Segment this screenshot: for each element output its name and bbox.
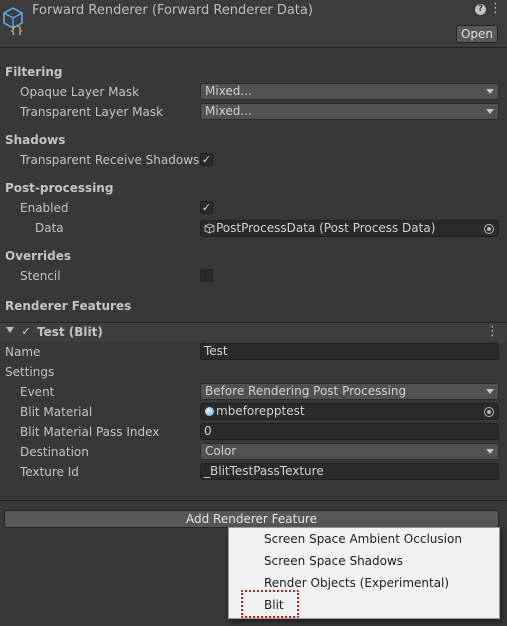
settings-label: Settings [5,365,55,379]
chevron-down-icon [486,449,494,454]
checkmark-icon: ✓ [201,201,212,214]
post-processing-enabled-label: Enabled [20,201,69,215]
post-process-data-label: Data [35,221,64,235]
svg-text:{}: {} [10,24,23,35]
blit-material-value: mbeforepptest [216,404,305,418]
menu-item-render-objects[interactable]: Render Objects (Experimental) [264,576,449,590]
event-value: Before Rendering Post Processing [205,384,407,398]
inspector-header: {} Forward Renderer (Forward Renderer Da… [0,0,507,48]
object-picker-icon[interactable] [484,407,494,417]
menu-item-screen-space-shadows[interactable]: Screen Space Shadows [264,554,403,568]
post-process-data-value: PostProcessData (Post Process Data) [216,221,436,235]
chevron-down-icon [486,389,494,394]
blit-material-pass-index-value: 0 [204,424,212,438]
stencil-checkbox[interactable] [200,269,213,282]
feature-name-label: Name [5,345,41,359]
feature-name-value: Test [204,344,228,358]
opaque-layer-mask-label: Opaque Layer Mask [20,85,140,99]
destination-dropdown[interactable]: Color [200,443,499,460]
add-renderer-feature-button[interactable]: Add Renderer Feature [4,510,499,528]
destination-label: Destination [20,445,89,459]
feature-enabled-checkbox[interactable]: ✓ [20,326,32,338]
asset-icon [204,223,215,234]
transparent-layer-mask-dropdown[interactable]: Mixed... [200,103,499,120]
overrides-section-title: Overrides [5,249,71,263]
texture-id-input[interactable]: _BlitTestPassTexture [200,463,499,480]
event-dropdown[interactable]: Before Rendering Post Processing [200,383,499,400]
feature-kebab-icon[interactable]: ⋮ [486,324,499,339]
texture-id-label: Texture Id [20,465,79,479]
chevron-down-icon [486,109,494,114]
post-processing-enabled-checkbox[interactable]: ✓ [200,201,213,214]
renderer-features-section-title: Renderer Features [5,299,132,313]
stencil-label: Stencil [20,269,61,283]
post-processing-section-title: Post-processing [5,181,114,195]
opaque-layer-mask-dropdown[interactable]: Mixed... [200,83,499,100]
kebab-menu-icon[interactable]: ⋮ [489,2,502,16]
transparent-layer-mask-label: Transparent Layer Mask [20,105,164,119]
highlight-annotation-box [241,590,299,618]
texture-id-value: _BlitTestPassTexture [204,464,324,478]
filtering-section-title: Filtering [5,65,63,79]
checkmark-icon: ✓ [21,325,31,338]
blit-material-pass-index-label: Blit Material Pass Index [20,425,160,439]
post-process-data-field[interactable]: PostProcessData (Post Process Data) [200,220,499,237]
checkmark-icon: ✓ [201,153,212,166]
material-sphere-icon [205,407,214,416]
divider [0,500,507,501]
help-icon[interactable]: ? [475,4,486,15]
opaque-layer-mask-value: Mixed... [205,84,252,98]
feature-title: Test (Blit) [37,325,103,339]
window-title: Forward Renderer (Forward Renderer Data) [32,3,313,18]
destination-value: Color [205,444,237,458]
feature-name-input[interactable]: Test [200,343,499,360]
transparent-receive-shadows-checkbox[interactable]: ✓ [200,153,213,166]
transparent-receive-shadows-label: Transparent Receive Shadows [20,153,200,167]
transparent-layer-mask-value: Mixed... [205,104,252,118]
chevron-down-icon [486,89,494,94]
open-button[interactable]: Open [456,25,498,43]
shadows-section-title: Shadows [5,133,66,147]
blit-material-pass-index-input[interactable]: 0 [200,423,499,440]
event-label: Event [20,385,55,399]
blit-material-field[interactable]: mbeforepptest [200,403,499,420]
foldout-arrow-icon[interactable] [6,327,14,333]
renderer-data-asset-icon: {} [3,7,23,35]
object-picker-icon[interactable] [484,224,494,234]
blit-material-label: Blit Material [20,405,93,419]
menu-item-ssao[interactable]: Screen Space Ambient Occlusion [264,532,462,546]
add-feature-popup-menu: Screen Space Ambient Occlusion Screen Sp… [228,527,500,619]
